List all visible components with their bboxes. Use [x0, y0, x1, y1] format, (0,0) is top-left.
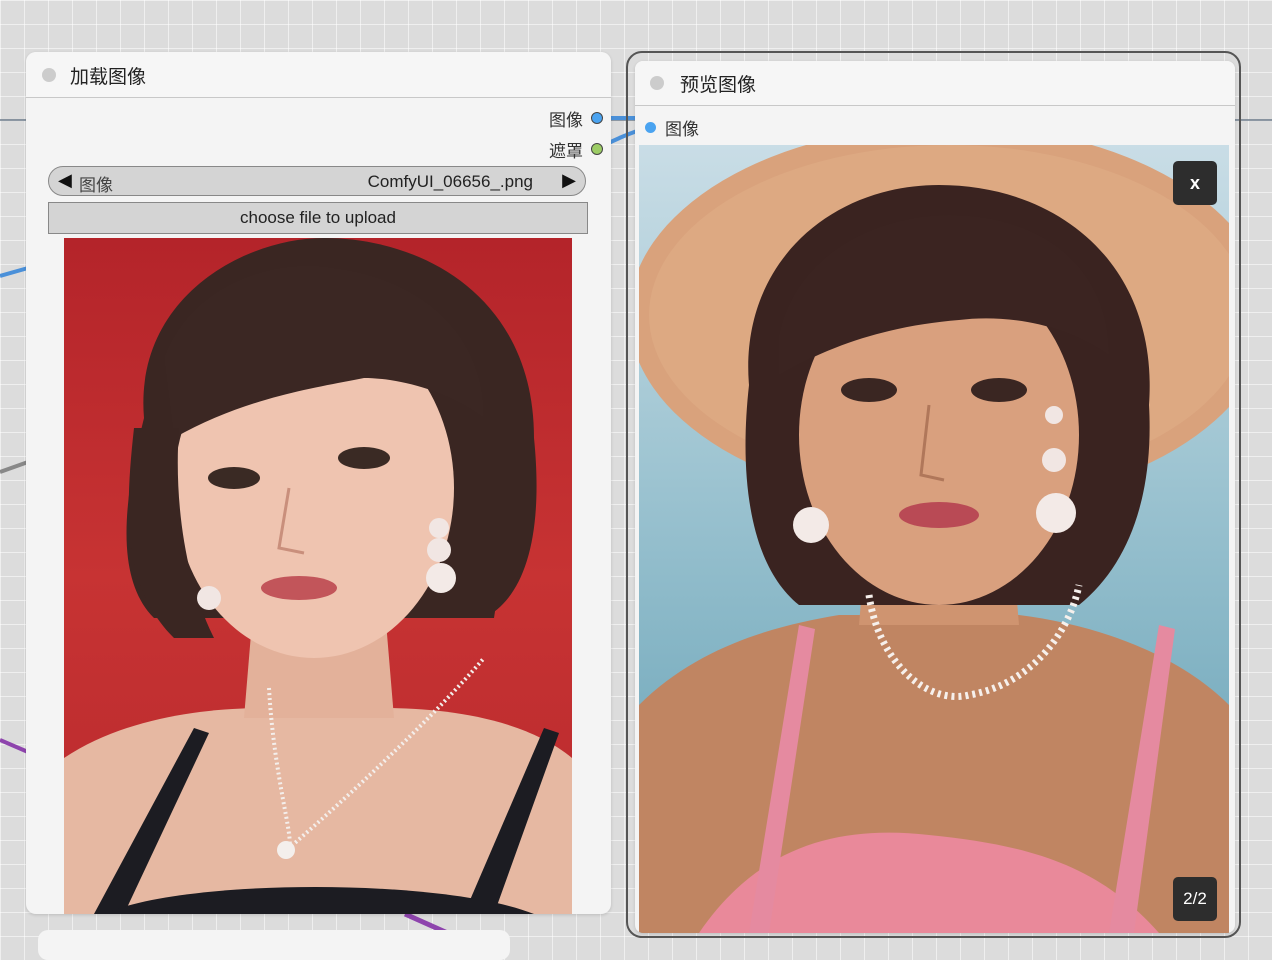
close-button[interactable]: x [1173, 161, 1217, 205]
slot-dot-icon[interactable] [645, 121, 656, 133]
link-left-gray [0, 460, 29, 474]
upload-button[interactable]: choose file to upload [48, 202, 588, 234]
loaded-image-preview [64, 238, 572, 914]
output-slot-image[interactable]: 图像 [549, 106, 603, 131]
node-title: 预览图像 [680, 74, 757, 96]
combo-name: 图像 [79, 176, 113, 196]
output-slot-mask[interactable]: 遮罩 [549, 137, 603, 162]
output-slot-label: 遮罩 [549, 141, 583, 162]
arrow-right-icon[interactable]: ▶ [562, 170, 576, 191]
preview-image[interactable]: x 2/2 [639, 145, 1229, 933]
input-slot-image[interactable]: 图像 [645, 115, 699, 140]
slot-dot-icon[interactable] [591, 112, 603, 124]
image-combo-widget[interactable]: ◀ 图像 ComfyUI_06656_.png ▶ [48, 166, 586, 196]
node-header[interactable]: 预览图像 [635, 61, 1235, 106]
preview-image-node[interactable]: 预览图像 图像 x 2/2 [635, 61, 1235, 933]
collapse-dot-icon[interactable] [650, 76, 664, 90]
portrait-illustration [639, 145, 1229, 933]
collapse-dot-icon[interactable] [42, 68, 56, 82]
load-image-node[interactable]: 加载图像 图像 遮罩 ◀ 图像 ComfyUI_06656_.png ▶ cho… [26, 52, 611, 914]
output-slot-label: 图像 [549, 110, 583, 131]
link-left-purple [0, 738, 29, 754]
combo-value[interactable]: ComfyUI_06656_.png [368, 172, 533, 192]
partial-node[interactable] [38, 930, 510, 960]
slot-dot-icon[interactable] [591, 143, 603, 155]
node-title: 加载图像 [70, 66, 147, 88]
input-slot-label: 图像 [665, 119, 699, 140]
arrow-left-icon[interactable]: ◀ [58, 170, 72, 191]
portrait-illustration [64, 238, 572, 914]
node-header[interactable]: 加载图像 [26, 52, 611, 98]
link-left-blue [0, 266, 29, 278]
image-counter[interactable]: 2/2 [1173, 877, 1217, 921]
